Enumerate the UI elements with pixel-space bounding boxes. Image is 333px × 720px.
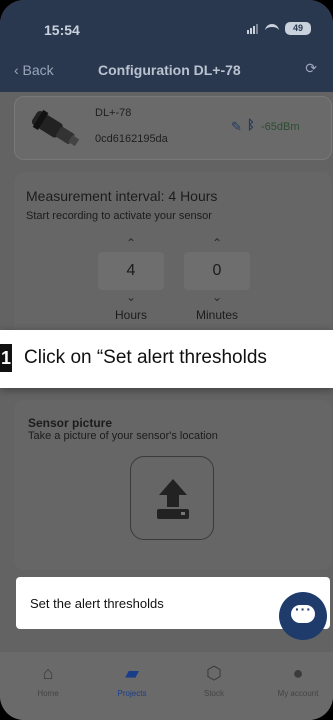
tab-label: Stock bbox=[203, 689, 224, 698]
sensor-id: 0cd6162195da bbox=[95, 133, 168, 145]
measurement-subtitle: Start recording to activate your sensor bbox=[26, 210, 212, 222]
edit-icon[interactable]: ✎ bbox=[231, 119, 242, 135]
chevron-down-icon[interactable]: ⌄ bbox=[184, 290, 250, 306]
box-icon: ⬡ bbox=[206, 663, 222, 683]
tab-label: Projects bbox=[117, 689, 147, 698]
measurement-card: Measurement interval: 4 Hours Start reco… bbox=[14, 172, 332, 342]
tab-stock[interactable]: ⬡ Stock bbox=[182, 660, 246, 698]
signal-icon bbox=[247, 23, 259, 34]
step-number: 1 bbox=[0, 344, 12, 372]
picture-subtitle: Take a picture of your sensor's location bbox=[28, 430, 218, 442]
tab-label: My account bbox=[277, 689, 319, 698]
refresh-icon[interactable]: ⟳ bbox=[305, 60, 317, 77]
chat-icon bbox=[291, 601, 315, 623]
battery-icon: 49 bbox=[285, 22, 311, 35]
hours-value[interactable]: 4 bbox=[98, 252, 164, 290]
tab-label: Home bbox=[37, 689, 59, 698]
home-icon: ⌂ bbox=[42, 663, 54, 683]
instruction-text: Click on “Set alert thresholds bbox=[24, 347, 267, 368]
sensor-card: DL+-78 0cd6162195da ✎ ᛒ -65dBm bbox=[14, 96, 332, 160]
signal-strength: -65dBm bbox=[261, 121, 300, 133]
chat-button[interactable] bbox=[279, 592, 327, 640]
picture-title: Sensor picture bbox=[28, 416, 113, 430]
chevron-down-icon[interactable]: ⌄ bbox=[98, 290, 164, 306]
tab-my-account[interactable]: ● My account bbox=[266, 660, 330, 698]
app-header: 15:54 49 ‹ Back Configuration DL+-78 ⟳ bbox=[0, 0, 333, 92]
sensor-picture-card: Sensor picture Take a picture of your se… bbox=[14, 400, 332, 570]
tab-bar: ⌂ Home ▰ Projects ⬡ Stock ● My account bbox=[0, 652, 333, 720]
status-icons: 49 bbox=[247, 22, 311, 35]
tab-home[interactable]: ⌂ Home bbox=[16, 660, 80, 698]
hours-label: Hours bbox=[114, 308, 147, 322]
sensor-name: DL+-78 bbox=[95, 107, 132, 119]
bluetooth-icon: ᛒ bbox=[247, 117, 255, 132]
minutes-value[interactable]: 0 bbox=[184, 252, 250, 290]
measurement-title: Measurement interval: 4 Hours bbox=[26, 188, 218, 204]
hours-picker: ⌃ 4 ⌄ Hours bbox=[98, 236, 164, 322]
phone-screen: 15:54 49 ‹ Back Configuration DL+-78 ⟳ D… bbox=[0, 0, 333, 720]
back-button[interactable]: ‹ Back bbox=[14, 62, 54, 78]
chevron-up-icon[interactable]: ⌃ bbox=[184, 236, 250, 252]
alert-button-label: Set the alert thresholds bbox=[30, 596, 164, 611]
user-icon: ● bbox=[292, 663, 304, 683]
minutes-label: Minutes bbox=[195, 308, 239, 322]
page-title: Configuration DL+-78 bbox=[98, 62, 241, 78]
chevron-up-icon[interactable]: ⌃ bbox=[98, 236, 164, 252]
tab-projects[interactable]: ▰ Projects bbox=[100, 660, 164, 698]
status-time: 15:54 bbox=[44, 22, 80, 38]
minutes-picker: ⌃ 0 ⌄ Minutes bbox=[184, 236, 250, 322]
wifi-icon bbox=[265, 23, 279, 34]
upload-button[interactable] bbox=[130, 456, 214, 540]
sensor-device-image bbox=[31, 109, 80, 147]
instruction-banner: 1 Click on “Set alert thresholds bbox=[0, 330, 333, 388]
briefcase-icon: ▰ bbox=[125, 663, 139, 683]
upload-icon bbox=[157, 479, 189, 519]
